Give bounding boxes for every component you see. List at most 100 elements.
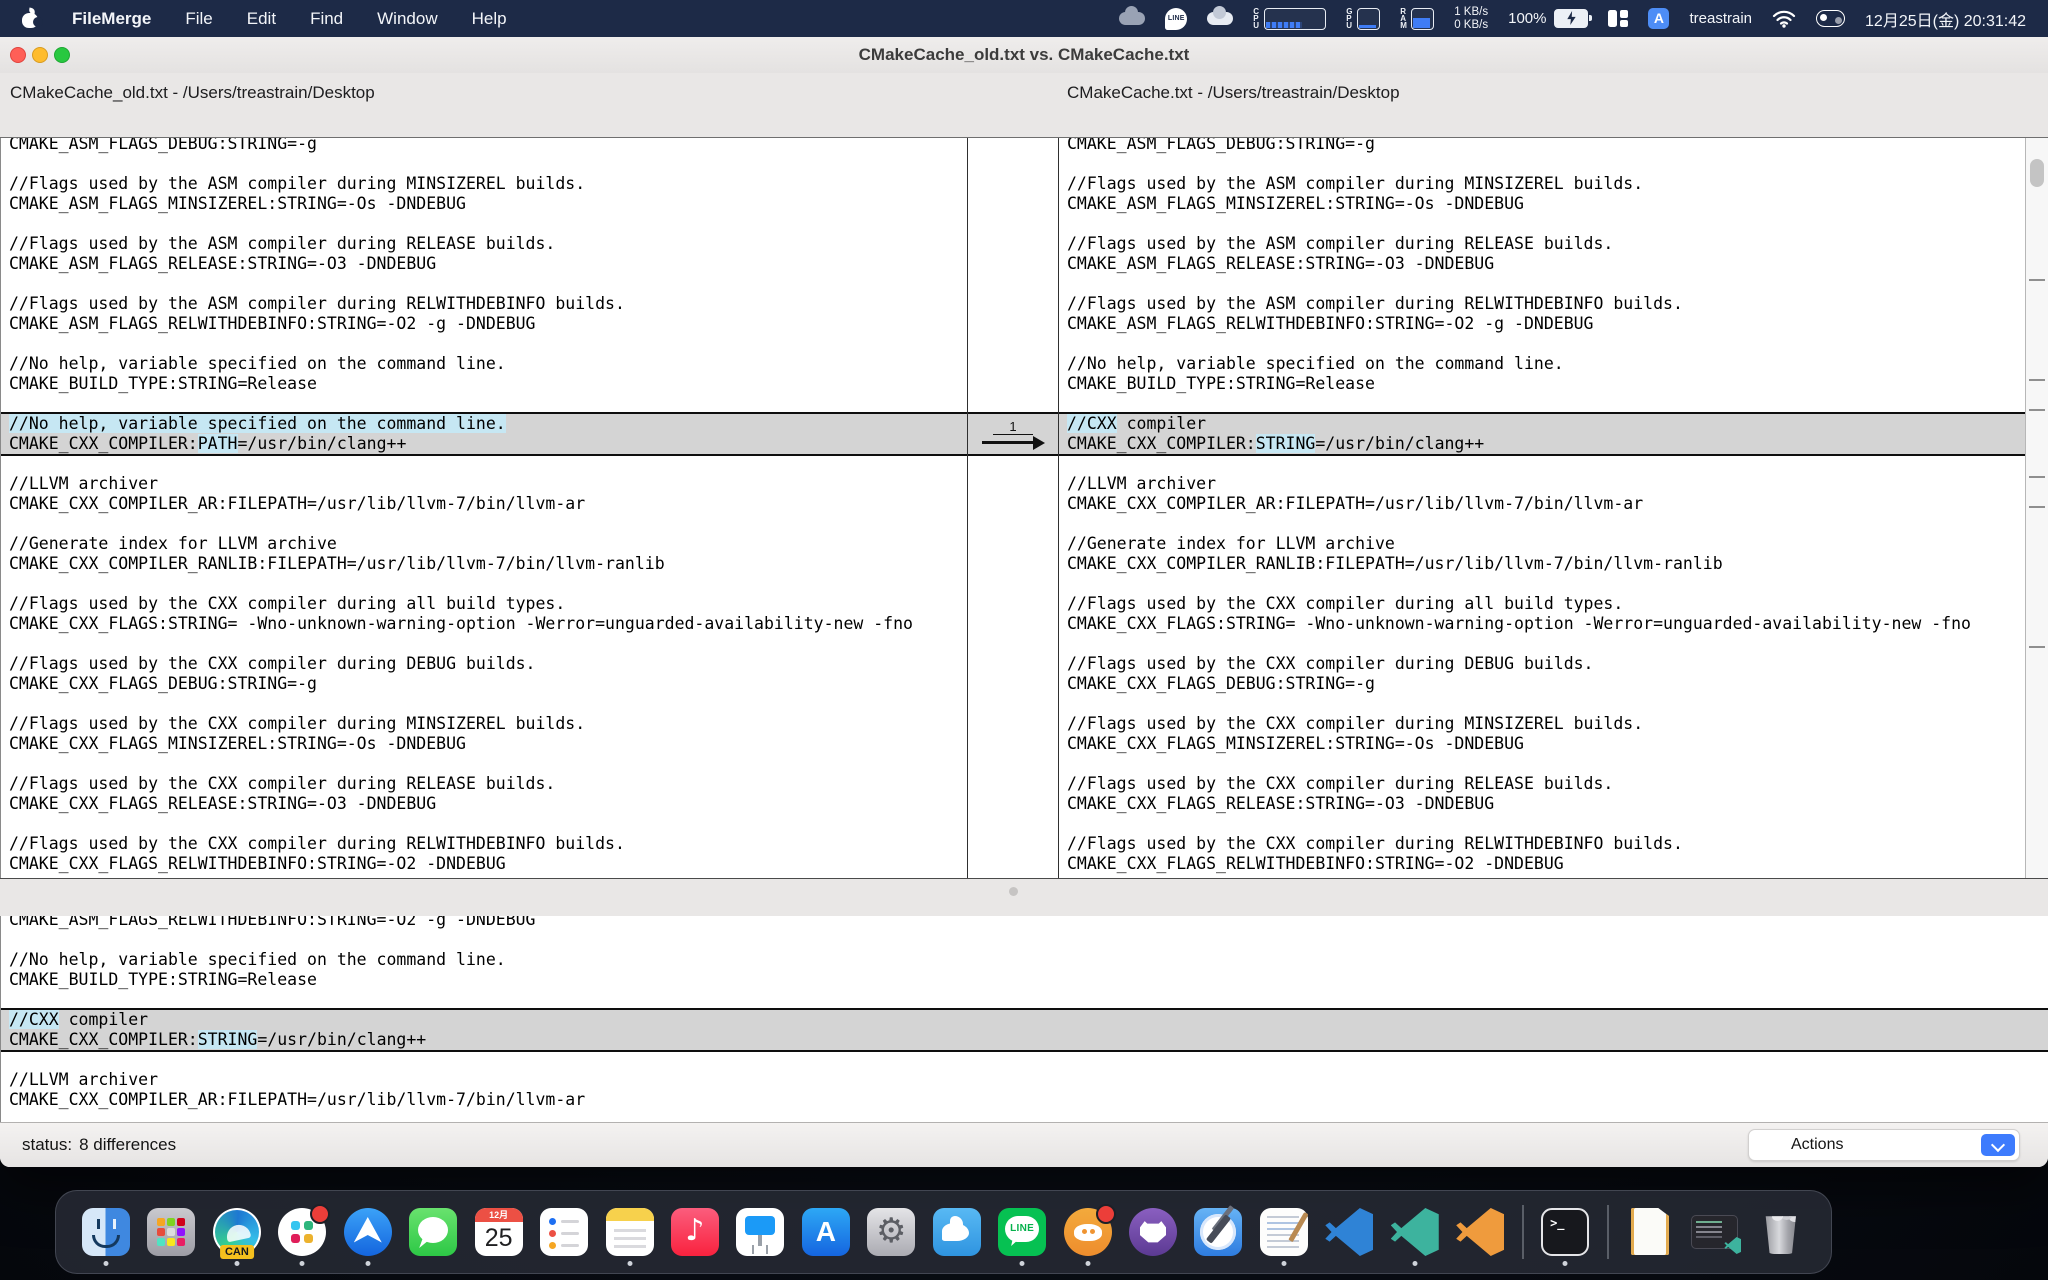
- merged-result-pane[interactable]: CMAKE_ASM_FLAGS_RELWITHDEBINFO:STRING=-O…: [0, 916, 2048, 1122]
- github-icon[interactable]: [1129, 1208, 1177, 1256]
- dock-item-trash[interactable]: [1757, 1208, 1805, 1256]
- dock-item-vscode-exploration[interactable]: [1456, 1208, 1504, 1256]
- dock-item-discord[interactable]: [1064, 1208, 1112, 1256]
- diff-block[interactable]: //CXX compilerCMAKE_CXX_COMPILER:STRING=…: [1, 1008, 2048, 1052]
- code-line: //CXX compiler: [1059, 414, 2025, 434]
- settings-icon[interactable]: [867, 1208, 915, 1256]
- app-menu-name[interactable]: FileMerge: [72, 9, 151, 29]
- menu-bar-clock[interactable]: 12月25日(金) 20:31:42: [1865, 7, 2026, 31]
- right-file-pane[interactable]: CMAKE_ASM_FLAGS_DEBUG:STRING=-g//Flags u…: [1059, 138, 2025, 878]
- vscode-insiders-icon[interactable]: [1391, 1208, 1439, 1256]
- dock-item-music[interactable]: [671, 1208, 719, 1256]
- cpu-meter[interactable]: CPU: [1253, 8, 1326, 30]
- battery-status[interactable]: 100%: [1508, 9, 1588, 28]
- menu-find[interactable]: Find: [310, 9, 343, 29]
- chevron-down-icon[interactable]: [1981, 1134, 2015, 1156]
- menu-edit[interactable]: Edit: [247, 9, 276, 29]
- twitter-icon[interactable]: [933, 1208, 981, 1256]
- txt-file-icon[interactable]: [1631, 1208, 1669, 1255]
- dock-item-github[interactable]: [1129, 1208, 1177, 1256]
- window-titlebar[interactable]: CMakeCache_old.txt vs. CMakeCache.txt: [0, 37, 2048, 74]
- dock-item-appstore[interactable]: [802, 1208, 850, 1256]
- apple-menu-icon[interactable]: [22, 9, 38, 28]
- dock-item-window-preview[interactable]: [1691, 1208, 1739, 1256]
- code-line: CMAKE_CXX_FLAGS_DEBUG:STRING=-g: [1059, 674, 2025, 694]
- dock-item-slack[interactable]: [278, 1208, 326, 1256]
- code-line: [1, 514, 967, 534]
- window-manager-icon[interactable]: [1608, 10, 1628, 27]
- dock-item-messages[interactable]: [409, 1208, 457, 1256]
- dock-item-notes[interactable]: [606, 1208, 654, 1256]
- status-label: status:: [22, 1135, 72, 1155]
- line-menu-icon[interactable]: [1165, 8, 1187, 30]
- reminders-icon[interactable]: [540, 1208, 588, 1256]
- xcode-icon[interactable]: [1194, 1208, 1242, 1256]
- pane-splitter[interactable]: [0, 878, 2048, 917]
- music-icon[interactable]: [671, 1208, 719, 1256]
- dock-item-launchpad[interactable]: [147, 1208, 195, 1256]
- network-speed[interactable]: 1 KB/s 0 KB/s: [1454, 6, 1488, 31]
- terminal-icon[interactable]: [1541, 1208, 1589, 1256]
- dock-item-xcode[interactable]: [1194, 1208, 1242, 1256]
- drive-cloud-icon[interactable]: [1207, 12, 1233, 25]
- dock-item-spark[interactable]: [344, 1208, 392, 1256]
- code-line: [1059, 634, 2025, 654]
- dock-item-vscode-insiders[interactable]: [1391, 1208, 1439, 1256]
- right-file-path: CMakeCache.txt - /Users/treastrain/Deskt…: [1067, 83, 1400, 103]
- code-line: [1, 930, 2048, 950]
- wifi-icon[interactable]: [1772, 10, 1796, 28]
- dock-item-keynote[interactable]: [736, 1208, 784, 1256]
- notes-icon[interactable]: [606, 1208, 654, 1256]
- scrollbar-thumb[interactable]: [2030, 159, 2044, 187]
- apple-leaf-icon: [29, 8, 36, 15]
- code-line: //Flags used by the CXX compiler during …: [1, 654, 967, 674]
- messages-icon[interactable]: [409, 1208, 457, 1256]
- code-line: [1, 814, 967, 834]
- dock-item-finder[interactable]: [82, 1208, 130, 1256]
- diff-block[interactable]: //CXX compilerCMAKE_CXX_COMPILER:STRING=…: [1059, 412, 2025, 456]
- dock-item-calendar[interactable]: 12月25: [475, 1208, 523, 1256]
- notification-badge-icon: [310, 1204, 330, 1224]
- spark-icon[interactable]: [344, 1208, 392, 1256]
- vscode-icon[interactable]: [1325, 1208, 1373, 1256]
- dock-item-reminders[interactable]: [540, 1208, 588, 1256]
- left-file-pane[interactable]: CMAKE_ASM_FLAGS_DEBUG:STRING=-g//Flags u…: [0, 138, 967, 878]
- merge-direction-arrow-icon[interactable]: [982, 441, 1034, 444]
- dock-item-line[interactable]: LINE: [998, 1208, 1046, 1256]
- control-center-icon[interactable]: [1816, 10, 1845, 27]
- dock-item-edge[interactable]: CAN: [213, 1208, 261, 1256]
- running-indicator-icon: [234, 1261, 239, 1266]
- dock-separator: [1522, 1205, 1524, 1259]
- line-icon[interactable]: LINE: [998, 1208, 1046, 1256]
- splitter-handle-icon[interactable]: [1009, 887, 1018, 896]
- code-line: CMAKE_CXX_COMPILER_RANLIB:FILEPATH=/usr/…: [1, 554, 967, 574]
- window-title: CMakeCache_old.txt vs. CMakeCache.txt: [0, 45, 2048, 65]
- vscode-exploration-icon[interactable]: [1456, 1208, 1504, 1256]
- scrollbar-track[interactable]: [2025, 138, 2048, 878]
- dock-item-textedit[interactable]: [1260, 1208, 1308, 1256]
- window-preview-icon[interactable]: [1691, 1215, 1738, 1249]
- textedit-icon[interactable]: [1260, 1208, 1308, 1256]
- dock-item-txt-file[interactable]: TXT: [1626, 1208, 1674, 1256]
- keynote-icon[interactable]: [736, 1208, 784, 1256]
- dock-item-settings[interactable]: [867, 1208, 915, 1256]
- trash-icon[interactable]: [1763, 1212, 1799, 1254]
- appstore-icon[interactable]: [802, 1208, 850, 1256]
- launchpad-icon[interactable]: [147, 1208, 195, 1256]
- input-source-icon[interactable]: A: [1648, 8, 1669, 29]
- dock-item-terminal[interactable]: [1541, 1208, 1589, 1256]
- menu-window[interactable]: Window: [377, 9, 437, 29]
- ram-meter[interactable]: RAM: [1400, 8, 1434, 30]
- finder-icon[interactable]: [82, 1208, 130, 1256]
- menu-help[interactable]: Help: [472, 9, 507, 29]
- diff-block[interactable]: //No help, variable specified on the com…: [1, 412, 967, 456]
- fast-user-switch-name[interactable]: treastrain: [1689, 10, 1752, 27]
- gpu-meter[interactable]: GPU: [1346, 8, 1380, 30]
- calendar-icon[interactable]: 12月25: [475, 1208, 523, 1256]
- dock-item-vscode[interactable]: [1325, 1208, 1373, 1256]
- code-block: //LLVM archiverCMAKE_CXX_COMPILER_AR:FIL…: [1, 454, 967, 874]
- cloud-app-icon[interactable]: [1119, 12, 1145, 25]
- actions-dropdown[interactable]: Actions: [1748, 1129, 2020, 1161]
- dock-item-twitter[interactable]: [933, 1208, 981, 1256]
- menu-file[interactable]: File: [185, 9, 212, 29]
